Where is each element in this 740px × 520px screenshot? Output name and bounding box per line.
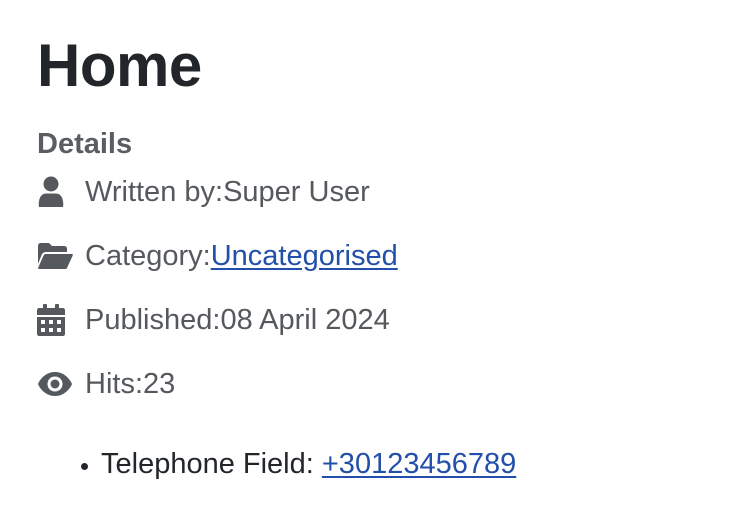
page-title: Home xyxy=(37,32,202,99)
eye-icon xyxy=(37,364,75,404)
details-heading: Details xyxy=(37,128,133,160)
category-link[interactable]: Uncategorised xyxy=(211,240,398,273)
user-icon xyxy=(37,172,75,212)
meta-author: Written by: Super User xyxy=(37,172,370,212)
author-name: Super User xyxy=(223,175,370,208)
published-label: Published: xyxy=(85,303,221,336)
meta-category: Category: Uncategorised xyxy=(37,236,398,276)
telephone-field-label: Telephone Field: xyxy=(101,448,322,480)
calendar-icon xyxy=(37,300,75,340)
hits-count: 23 xyxy=(143,367,176,400)
meta-published: Published: 08 April 2024 xyxy=(37,300,390,340)
telephone-field: Telephone Field: +30123456789 xyxy=(101,444,516,484)
written-by-label: Written by: xyxy=(85,175,224,208)
hits-label: Hits: xyxy=(85,367,143,400)
meta-hits: Hits: 23 xyxy=(37,364,175,404)
telephone-link[interactable]: +30123456789 xyxy=(322,448,516,480)
category-label: Category: xyxy=(85,239,211,272)
published-date: 08 April 2024 xyxy=(220,303,390,336)
folder-open-icon xyxy=(37,236,75,276)
custom-fields-list: Telephone Field: +30123456789 xyxy=(37,444,516,484)
